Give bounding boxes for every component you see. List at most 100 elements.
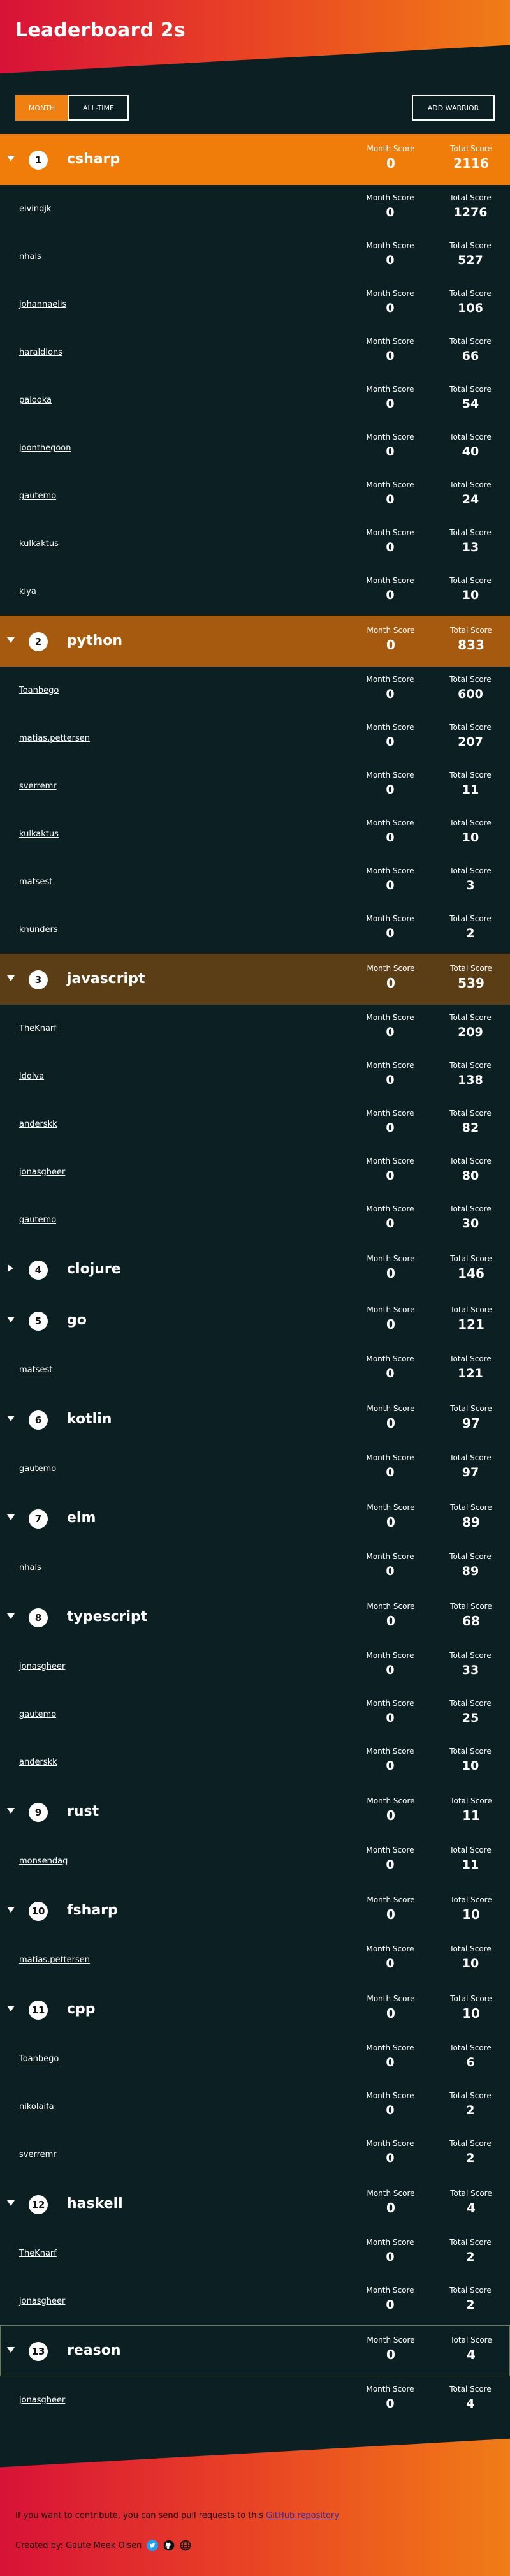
alltime-toggle-button[interactable]: ALL-TIME <box>68 95 129 121</box>
user-link[interactable]: sverremr <box>19 2150 57 2159</box>
caret-down-icon[interactable] <box>7 2006 15 2011</box>
user-link[interactable]: kulkaktus <box>19 539 59 549</box>
user-link[interactable]: Toanbego <box>19 2054 59 2064</box>
caret-down-icon[interactable] <box>7 2200 15 2206</box>
language-row-csharp[interactable]: 1 csharp Month Score 0 Total Score 2116 <box>0 134 510 185</box>
rank-badge: 7 <box>29 1509 48 1529</box>
user-row: nikolaifa Month Score 0 Total Score 2 <box>0 2083 510 2131</box>
user-link[interactable]: matias.pettersen <box>19 734 90 743</box>
user-link[interactable]: gautemo <box>19 1710 56 1719</box>
caret-down-icon[interactable] <box>7 2347 15 2353</box>
total-score: Total Score 207 <box>439 722 502 751</box>
user-link[interactable]: gautemo <box>19 491 56 501</box>
user-link[interactable]: anderskk <box>19 1120 57 1129</box>
add-warrior-button[interactable]: ADD WARRIOR <box>412 95 495 121</box>
total-score-value: 2 <box>466 926 475 940</box>
user-link[interactable]: kiya <box>19 587 36 596</box>
github-icon[interactable] <box>163 2540 175 2551</box>
total-score-value: 68 <box>462 1613 480 1629</box>
month-score-value: 0 <box>386 2250 395 2264</box>
user-link[interactable]: matias.pettersen <box>19 1955 90 1965</box>
month-score: Month Score 0 <box>358 1551 422 1581</box>
total-score: Total Score 10 <box>439 1895 503 1924</box>
user-link[interactable]: palooka <box>19 396 52 405</box>
user-link[interactable]: Toanbego <box>19 686 59 695</box>
user-link[interactable]: haraldlons <box>19 348 62 357</box>
language-row-clojure[interactable]: 4 clojure Month Score 0 Total Score 146 <box>0 1244 510 1295</box>
language-row-go[interactable]: 5 go Month Score 0 Total Score 121 <box>0 1295 510 1346</box>
month-score: Month Score 0 <box>358 1746 422 1775</box>
user-row: jonasgheer Month Score 0 Total Score 2 <box>0 2277 510 2325</box>
caret-down-icon[interactable] <box>7 975 15 981</box>
user-link[interactable]: gautemo <box>19 1464 56 1474</box>
language-row-javascript[interactable]: 3 javascript Month Score 0 Total Score 539 <box>0 954 510 1005</box>
month-score-label: Month Score <box>366 866 414 875</box>
month-score-label: Month Score <box>366 1651 414 1660</box>
github-repo-link[interactable]: GitHub repository <box>266 2511 339 2520</box>
caret-down-icon[interactable] <box>7 1907 15 1913</box>
user-link[interactable]: nhals <box>19 1563 41 1573</box>
language-row-kotlin[interactable]: 6 kotlin Month Score 0 Total Score 97 <box>0 1394 510 1445</box>
user-link[interactable]: jonasgheer <box>19 1662 65 1671</box>
user-link[interactable]: TheKnarf <box>19 2249 57 2258</box>
month-score-label: Month Score <box>367 1895 415 1904</box>
language-row-python[interactable]: 2 python Month Score 0 Total Score 833 <box>0 616 510 667</box>
caret-down-icon[interactable] <box>7 1416 15 1421</box>
total-score-value: 30 <box>462 1217 479 1231</box>
user-link[interactable]: sverremr <box>19 781 57 791</box>
language-row-elm[interactable]: 7 elm Month Score 0 Total Score 89 <box>0 1493 510 1544</box>
language-row-cpp[interactable]: 11 cpp Month Score 0 Total Score 10 <box>0 1984 510 2035</box>
user-link[interactable]: eivindjk <box>19 204 52 214</box>
month-score-label: Month Score <box>366 914 414 923</box>
user-link[interactable]: matsest <box>19 1365 52 1375</box>
user-row: TheKnarf Month Score 0 Total Score 2 <box>0 2230 510 2277</box>
language-row-fsharp[interactable]: 10 fsharp Month Score 0 Total Score 10 <box>0 1885 510 1936</box>
caret-down-icon[interactable] <box>7 1317 15 1322</box>
user-link[interactable]: nikolaifa <box>19 2102 54 2112</box>
month-toggle-button[interactable]: MONTH <box>15 95 68 121</box>
caret-down-icon[interactable] <box>7 1514 15 1520</box>
leaderboard: 1 csharp Month Score 0 Total Score 2116 eivind… <box>0 134 510 2424</box>
caret-down-icon[interactable] <box>7 1808 15 1814</box>
user-link[interactable]: jonasgheer <box>19 2395 65 2405</box>
twitter-icon[interactable] <box>147 2540 159 2551</box>
total-score-value: 97 <box>462 1465 479 1479</box>
month-score-label: Month Score <box>366 1747 414 1756</box>
user-link[interactable]: TheKnarf <box>19 1024 57 1033</box>
user-link[interactable]: ldolva <box>19 1072 44 1081</box>
month-score-value: 0 <box>386 1759 395 1773</box>
caret-down-icon[interactable] <box>7 156 15 161</box>
caret-down-icon[interactable] <box>7 637 15 643</box>
total-score: Total Score 121 <box>439 1305 503 1334</box>
user-link[interactable]: jonasgheer <box>19 1167 65 1177</box>
user-row: joonthegoon Month Score 0 Total Score 40 <box>0 424 510 472</box>
user-row: sverremr Month Score 0 Total Score 11 <box>0 762 510 810</box>
language-row-reason[interactable]: 13 reason Month Score 0 Total Score 4 <box>0 2325 510 2376</box>
caret-down-icon[interactable] <box>7 1613 15 1619</box>
user-link[interactable]: nhals <box>19 252 41 262</box>
total-score: Total Score 539 <box>439 963 503 993</box>
user-link[interactable]: jonasgheer <box>19 2297 65 2306</box>
language-row-rust[interactable]: 9 rust Month Score 0 Total Score 11 <box>0 1786 510 1837</box>
total-score-label: Total Score <box>450 1404 492 1413</box>
caret-right-icon[interactable] <box>8 1264 13 1272</box>
total-score-value: 2116 <box>453 156 489 171</box>
user-link[interactable]: anderskk <box>19 1758 57 1767</box>
user-link[interactable]: johannaelis <box>19 300 66 309</box>
user-link[interactable]: kulkaktus <box>19 829 59 839</box>
user-link[interactable]: knunders <box>19 925 58 935</box>
user-row: matias.pettersen Month Score 0 Total Score 2… <box>0 714 510 762</box>
user-link[interactable]: monsendag <box>19 1856 68 1866</box>
total-score-label: Total Score <box>449 2385 492 2394</box>
month-score: Month Score 0 <box>358 722 422 751</box>
month-score-value: 0 <box>386 1266 395 1281</box>
month-score-label: Month Score <box>366 1109 414 1118</box>
language-row-typescript[interactable]: 8 typescript Month Score 0 Total Score 68 <box>0 1592 510 1643</box>
language-row-haskell[interactable]: 12 haskell Month Score 0 Total Score 4 <box>0 2179 510 2230</box>
user-link[interactable]: joonthegoon <box>19 443 71 453</box>
globe-icon[interactable] <box>180 2540 191 2551</box>
user-link[interactable]: matsest <box>19 877 52 887</box>
user-row: kiya Month Score 0 Total Score 10 <box>0 568 510 616</box>
user-link[interactable]: gautemo <box>19 1215 56 1225</box>
total-score: Total Score 89 <box>439 1502 503 1532</box>
